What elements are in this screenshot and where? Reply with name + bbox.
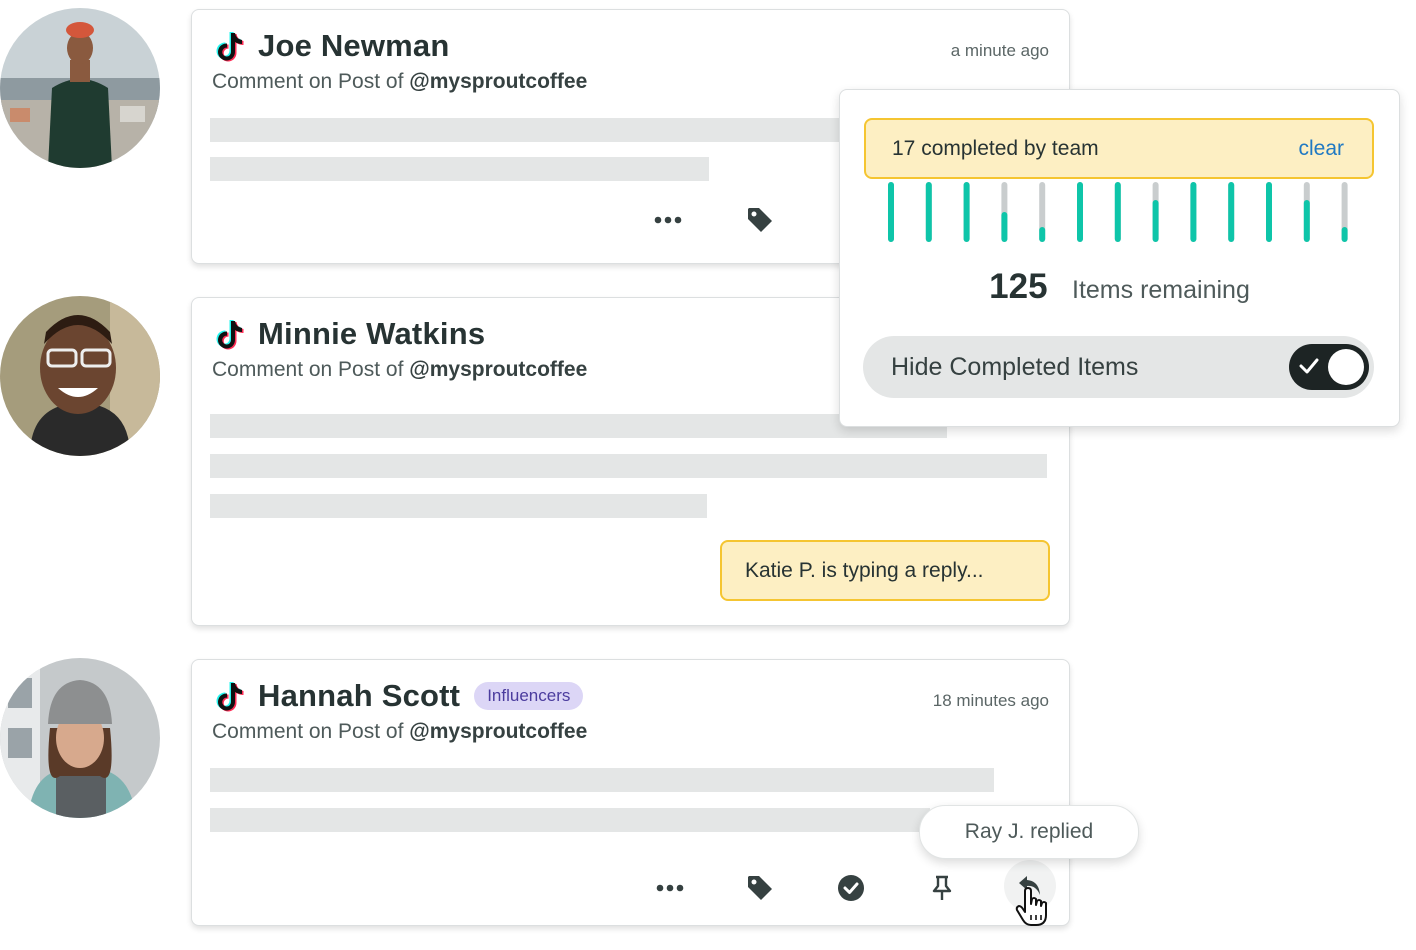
tiktok-icon [216,682,244,712]
comment-context: Comment on Post of @mysproutcoffee [212,358,587,382]
progress-tick-fill [925,182,932,242]
tag-icon [748,876,772,900]
completed-banner: 17 completed by team clear [864,118,1374,179]
tiktok-icon [216,32,244,62]
complete-button[interactable] [833,870,869,906]
post-handle[interactable]: @mysproutcoffee [409,720,587,743]
context-prefix: Comment on Post of [212,70,404,93]
post-handle[interactable]: @mysproutcoffee [409,70,587,93]
items-remaining: 125 Items remaining [840,267,1399,307]
timestamp: a minute ago [950,41,1049,60]
comment-text-placeholder [210,454,1047,478]
progress-tick-fill [963,182,970,242]
tag-button[interactable] [742,870,778,906]
more-button[interactable] [650,202,686,238]
comment-text-placeholder [210,494,707,518]
more-button[interactable] [652,870,688,906]
avatar-joe-newman [0,8,160,168]
tag-icon [748,208,772,232]
typing-indicator: Katie P. is typing a reply... [720,540,1050,601]
post-handle[interactable]: @mysproutcoffee [409,358,587,381]
progress-ticks [888,182,1348,242]
comment-text-placeholder [210,414,947,438]
comment-text-placeholder [210,118,850,142]
progress-tick-fill [1001,212,1008,242]
tiktok-icon [216,320,244,350]
comment-context: Comment on Post of @mysproutcoffee [212,720,587,744]
more-icon [654,216,682,224]
progress-tick-fill [1152,200,1159,242]
context-prefix: Comment on Post of [212,720,404,743]
progress-tick-fill [1228,182,1235,242]
author-name: Minnie Watkins [258,316,486,351]
completed-count-text: 17 completed by team [892,136,1099,160]
progress-tick-fill [1039,227,1046,242]
comment-text-placeholder [210,768,994,792]
progress-tick-fill [1303,200,1310,242]
progress-tick-fill [1077,182,1083,242]
comment-card-hannah-scott[interactable]: Hannah Scott Influencers 18 minutes ago … [191,659,1070,926]
pin-button[interactable] [924,870,960,906]
avatar-hannah-scott [0,658,160,818]
check-icon [1299,358,1319,374]
tag-button[interactable] [742,202,778,238]
context-prefix: Comment on Post of [212,358,404,381]
progress-tick-fill [1341,227,1348,242]
progress-tick-fill [1114,182,1121,242]
hide-completed-label: Hide Completed Items [891,352,1139,381]
avatar-minnie-watkins [0,296,160,456]
progress-tick-fill [1266,182,1272,242]
team-progress-panel: 17 completed by team clear 125 Items rem… [839,89,1400,427]
remaining-label: Items remaining [1072,276,1250,304]
progress-tick-fill [888,182,894,242]
hide-completed-toggle[interactable] [1289,344,1369,390]
progress-tick-fill [1190,182,1197,242]
author-name: Joe Newman [258,28,450,63]
clear-link[interactable]: clear [1298,137,1344,161]
timestamp: 18 minutes ago [932,691,1049,710]
influencer-badge: Influencers [474,682,584,710]
comment-text-placeholder [210,808,930,832]
pin-icon [932,875,952,900]
toggle-knob [1328,349,1364,385]
remaining-count: 125 [989,267,1048,306]
author-name: Hannah Scott [258,678,461,713]
comment-context: Comment on Post of @mysproutcoffee [212,70,587,94]
replied-indicator: Ray J. replied [919,805,1139,859]
hide-completed-row[interactable]: Hide Completed Items [863,336,1374,398]
complete-icon [838,875,864,901]
comment-text-placeholder [210,157,709,181]
more-icon [656,884,684,892]
hand-cursor-icon [1015,887,1047,926]
